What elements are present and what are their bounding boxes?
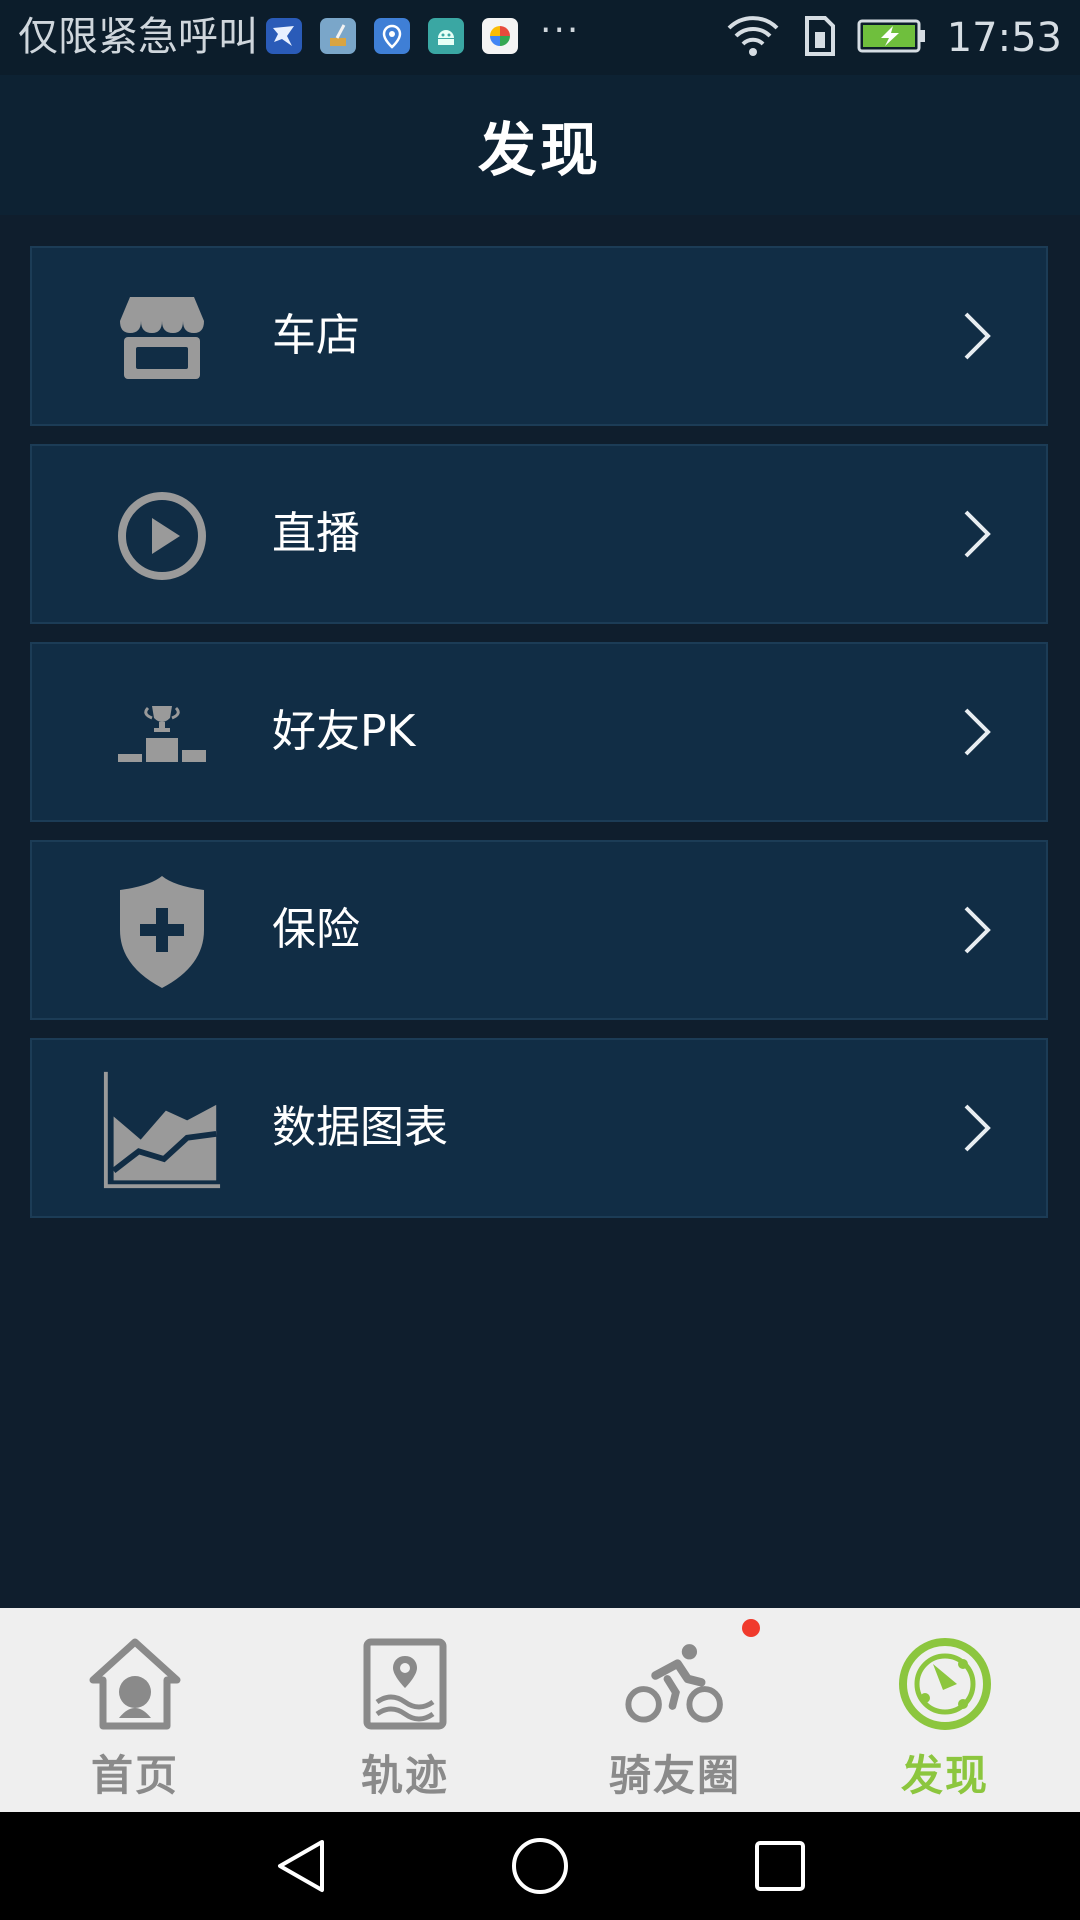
chevron-right-icon <box>956 904 996 956</box>
sim-icon <box>801 14 837 62</box>
home-icon <box>85 1634 185 1734</box>
chevron-right-icon <box>956 706 996 758</box>
tab-track-label: 轨迹 <box>360 1751 449 1800</box>
page-title: 发现 <box>477 116 602 184</box>
system-nav-bar <box>0 1812 1080 1920</box>
menu-item-insurance[interactable]: 保险 <box>30 840 1048 1020</box>
android-app-icon <box>428 18 464 54</box>
menu-item-label: 好友PK <box>272 706 416 757</box>
bird-app-icon <box>266 18 302 54</box>
carrier-status-text: 仅限紧急呼叫 <box>18 14 258 60</box>
discover-menu-list: 车店 直播 好友PK 保险 数据图表 <box>30 246 1048 1236</box>
tab-rider-circle[interactable]: 骑友圈 <box>540 1608 810 1812</box>
tab-discover-label: 发现 <box>900 1751 989 1800</box>
menu-item-label: 车店 <box>272 310 360 361</box>
menu-item-label: 直播 <box>272 508 360 559</box>
tab-discover[interactable]: 发现 <box>810 1608 1080 1812</box>
menu-item-label: 保险 <box>272 904 360 955</box>
chevron-right-icon <box>956 1102 996 1154</box>
menu-item-data-charts[interactable]: 数据图表 <box>30 1038 1048 1218</box>
tab-rider-circle-label: 骑友圈 <box>608 1751 741 1800</box>
map-track-icon <box>355 1634 455 1734</box>
home-circle-icon[interactable] <box>508 1834 572 1898</box>
chevron-right-icon <box>956 508 996 560</box>
notification-icons <box>266 18 518 54</box>
more-notifications-indicator: ··· <box>540 10 581 51</box>
menu-item-car-shop[interactable]: 车店 <box>30 246 1048 426</box>
menu-item-friend-pk[interactable]: 好友PK <box>30 642 1048 822</box>
broom-app-icon <box>320 18 356 54</box>
clock: 17:53 <box>946 14 1062 61</box>
tab-home[interactable]: 首页 <box>0 1608 270 1812</box>
tab-home-label: 首页 <box>90 1751 179 1800</box>
wifi-icon <box>725 14 781 62</box>
chevron-right-icon <box>956 310 996 362</box>
tab-track[interactable]: 轨迹 <box>270 1608 540 1812</box>
podium-trophy-icon <box>102 674 222 794</box>
recent-apps-icon[interactable] <box>748 1834 812 1898</box>
menu-item-label: 数据图表 <box>272 1102 448 1153</box>
battery-charging-icon <box>857 19 927 57</box>
status-right: 17:53 <box>725 10 1062 65</box>
area-chart-icon <box>102 1070 222 1190</box>
status-bar: 仅限紧急呼叫 ··· 17:53 <box>0 0 1080 75</box>
notification-badge <box>742 1619 760 1637</box>
shield-plus-icon <box>102 872 222 992</box>
store-icon <box>102 278 222 398</box>
cyclist-icon <box>625 1634 725 1734</box>
title-bar: 发现 <box>0 75 1080 215</box>
back-icon[interactable] <box>268 1834 332 1898</box>
menu-item-live[interactable]: 直播 <box>30 444 1048 624</box>
photo-app-icon <box>482 18 518 54</box>
discover-icon <box>895 1634 995 1734</box>
play-icon <box>102 476 222 596</box>
location-app-icon <box>374 18 410 54</box>
bottom-nav: 首页 轨迹 骑友圈 发现 <box>0 1608 1080 1812</box>
